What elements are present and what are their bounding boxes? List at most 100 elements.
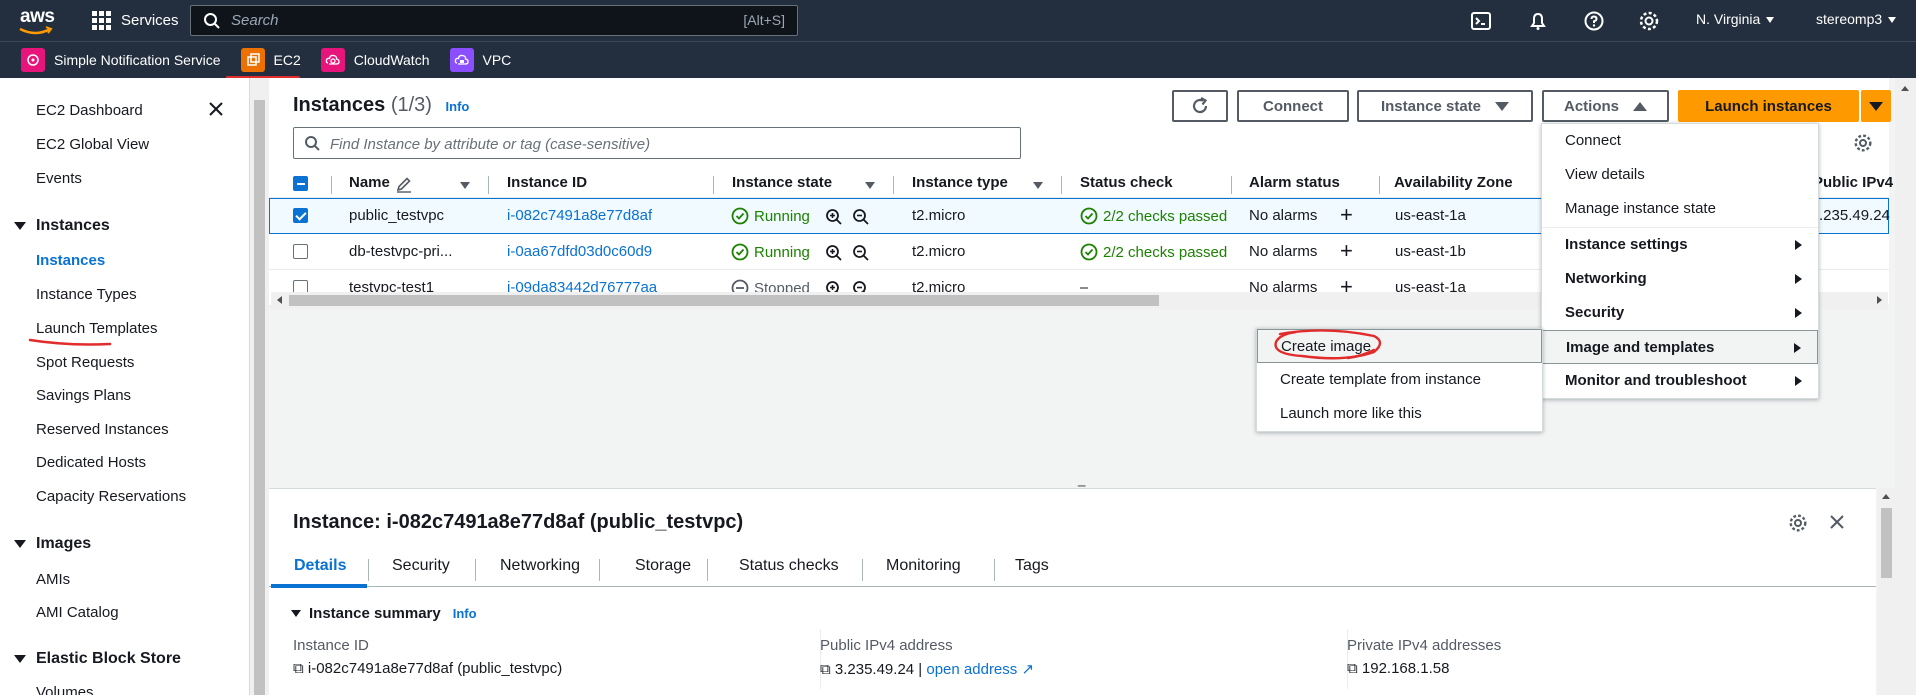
menu-item-create-image[interactable]: Create image — [1257, 329, 1542, 363]
instance-summary-toggle[interactable]: Instance summary Info — [291, 605, 477, 622]
zoom-in-icon[interactable] — [825, 208, 843, 226]
sidebar-item-events[interactable]: Events — [36, 170, 82, 187]
tab-security[interactable]: Security — [392, 557, 450, 575]
sort-caret-icon[interactable] — [865, 182, 875, 189]
page-vertical-scrollbar[interactable] — [1895, 78, 1916, 695]
cloudshell-icon[interactable] — [1470, 10, 1492, 32]
menu-item-create-template[interactable]: Create template from instance — [1257, 363, 1542, 397]
close-icon[interactable] — [207, 100, 225, 118]
sidebar-item-capacity-reservations[interactable]: Capacity Reservations — [36, 488, 186, 505]
tab-monitoring[interactable]: Monitoring — [886, 557, 961, 575]
services-menu[interactable]: Services — [92, 9, 179, 31]
launch-instances-button[interactable]: Launch instances — [1678, 90, 1859, 122]
connect-button[interactable]: Connect — [1237, 90, 1349, 122]
settings-gear-icon[interactable] — [1788, 513, 1808, 533]
sidebar-group-elastic-block-store[interactable]: Elastic Block Store — [14, 650, 181, 668]
add-alarm-icon[interactable]: + — [1340, 204, 1353, 226]
column-header-instance-id[interactable]: Instance ID — [507, 174, 587, 191]
column-header-instance-state[interactable]: Instance state — [732, 174, 832, 191]
instance-filter-input[interactable] — [330, 134, 1010, 154]
sidebar-item-dedicated-hosts[interactable]: Dedicated Hosts — [36, 454, 146, 471]
sidebar-item-ec2-dashboard[interactable]: EC2 Dashboard — [36, 102, 143, 119]
sidebar-item-ami-catalog[interactable]: AMI Catalog — [36, 604, 119, 621]
sidebar-item-reserved-instances[interactable]: Reserved Instances — [36, 421, 169, 438]
sort-caret-icon[interactable] — [460, 182, 470, 189]
row-checkbox[interactable] — [293, 208, 308, 223]
tab-tags[interactable]: Tags — [1015, 557, 1049, 575]
info-link[interactable]: Info — [453, 606, 477, 621]
instance-state-button[interactable]: Instance state — [1357, 90, 1533, 122]
row-checkbox[interactable] — [293, 244, 308, 259]
tab-details[interactable]: Details — [294, 557, 346, 575]
cell-instance-id[interactable]: i-0aa67dfd03d0c60d9 — [507, 243, 652, 260]
column-header-alarm-status[interactable]: Alarm status — [1249, 174, 1340, 191]
zoom-out-icon[interactable] — [852, 244, 870, 262]
menu-item-launch-more-like-this[interactable]: Launch more like this — [1257, 397, 1542, 431]
account-menu[interactable]: stereomp3 — [1816, 11, 1897, 27]
global-search[interactable]: [Alt+S] — [190, 5, 798, 36]
edit-pencil-icon[interactable] — [395, 177, 413, 193]
favorite-sns[interactable]: Simple Notification Service — [21, 42, 221, 79]
sidebar-item-spot-requests[interactable]: Spot Requests — [36, 354, 134, 371]
launch-instances-dropdown[interactable] — [1861, 90, 1891, 122]
sidebar-item-instances[interactable]: Instances — [36, 252, 105, 269]
column-header-instance-type[interactable]: Instance type — [912, 174, 1008, 191]
bell-icon[interactable] — [1527, 10, 1549, 32]
scroll-up-arrow-icon[interactable] — [1882, 494, 1890, 499]
actions-button[interactable]: Actions — [1542, 90, 1669, 122]
tab-networking[interactable]: Networking — [500, 557, 580, 575]
preferences-gear-icon[interactable] — [1853, 133, 1873, 153]
sidebar-item-savings-plans[interactable]: Savings Plans — [36, 387, 131, 404]
sidebar-group-instances[interactable]: Instances — [14, 217, 110, 235]
field-value-text: 3.235.49.24 — [834, 661, 915, 678]
help-icon[interactable] — [1583, 10, 1605, 32]
menu-item-security[interactable]: Security — [1542, 296, 1818, 330]
instance-filter[interactable] — [293, 127, 1021, 159]
scroll-right-arrow-icon[interactable] — [1877, 296, 1882, 304]
tab-storage[interactable]: Storage — [635, 557, 691, 575]
sidebar-scrollbar[interactable] — [250, 78, 269, 695]
column-header-availability-zone[interactable]: Availability Zone — [1394, 174, 1513, 191]
sort-caret-icon[interactable] — [1033, 182, 1043, 189]
sidebar-item-instance-types[interactable]: Instance Types — [36, 286, 137, 303]
open-address-link[interactable]: open address — [926, 661, 1017, 678]
menu-item-connect[interactable]: Connect — [1542, 124, 1818, 158]
menu-item-monitor-and-troubleshoot[interactable]: Monitor and troubleshoot — [1542, 364, 1818, 398]
menu-item-manage-instance-state[interactable]: Manage instance state — [1542, 192, 1818, 226]
favorite-cloudwatch[interactable]: CloudWatch — [320, 42, 430, 79]
zoom-out-icon[interactable] — [852, 208, 870, 226]
menu-item-image-and-templates[interactable]: Image and templates — [1542, 330, 1818, 364]
sidebar-item-amis[interactable]: AMIs — [36, 571, 70, 588]
scrollbar-thumb[interactable] — [289, 295, 1159, 306]
info-link[interactable]: Info — [446, 99, 470, 114]
column-header-public-ipv4[interactable]: Public IPv4 — [1813, 174, 1893, 191]
sidebar-item-ec2-global-view[interactable]: EC2 Global View — [36, 136, 149, 153]
scrollbar-thumb[interactable] — [1881, 508, 1892, 578]
sidebar-group-images[interactable]: Images — [14, 535, 91, 553]
search-input[interactable] — [231, 10, 681, 31]
detail-vertical-scrollbar[interactable] — [1878, 488, 1895, 695]
select-all-checkbox[interactable] — [293, 176, 308, 191]
region-selector[interactable]: N. Virginia — [1696, 11, 1775, 27]
menu-item-networking[interactable]: Networking — [1542, 262, 1818, 296]
sidebar-item-launch-templates[interactable]: Launch Templates — [36, 320, 157, 337]
scroll-up-arrow-icon[interactable] — [1901, 86, 1909, 91]
scrollbar-thumb[interactable] — [254, 100, 265, 695]
zoom-in-icon[interactable] — [825, 244, 843, 262]
scroll-left-arrow-icon[interactable] — [277, 296, 282, 304]
favorite-ec2[interactable]: EC2 — [225, 42, 301, 79]
tab-status-checks[interactable]: Status checks — [739, 557, 839, 575]
close-icon[interactable] — [1828, 513, 1846, 531]
settings-gear-icon[interactable] — [1638, 10, 1660, 32]
add-alarm-icon[interactable]: + — [1340, 240, 1353, 262]
column-header-status-check[interactable]: Status check — [1080, 174, 1173, 191]
refresh-button[interactable] — [1172, 90, 1228, 122]
menu-item-instance-settings[interactable]: Instance settings — [1542, 228, 1818, 262]
cell-instance-id[interactable]: i-082c7491a8e77d8af — [507, 207, 652, 224]
sidebar-item-volumes[interactable]: Volumes — [36, 684, 94, 695]
column-header-name[interactable]: Name — [349, 174, 390, 191]
menu-item-view-details[interactable]: View details — [1542, 158, 1818, 192]
favorite-vpc[interactable]: VPC — [449, 42, 511, 79]
aws-logo[interactable]: aws — [18, 6, 58, 36]
check-circle-icon — [1080, 243, 1098, 261]
